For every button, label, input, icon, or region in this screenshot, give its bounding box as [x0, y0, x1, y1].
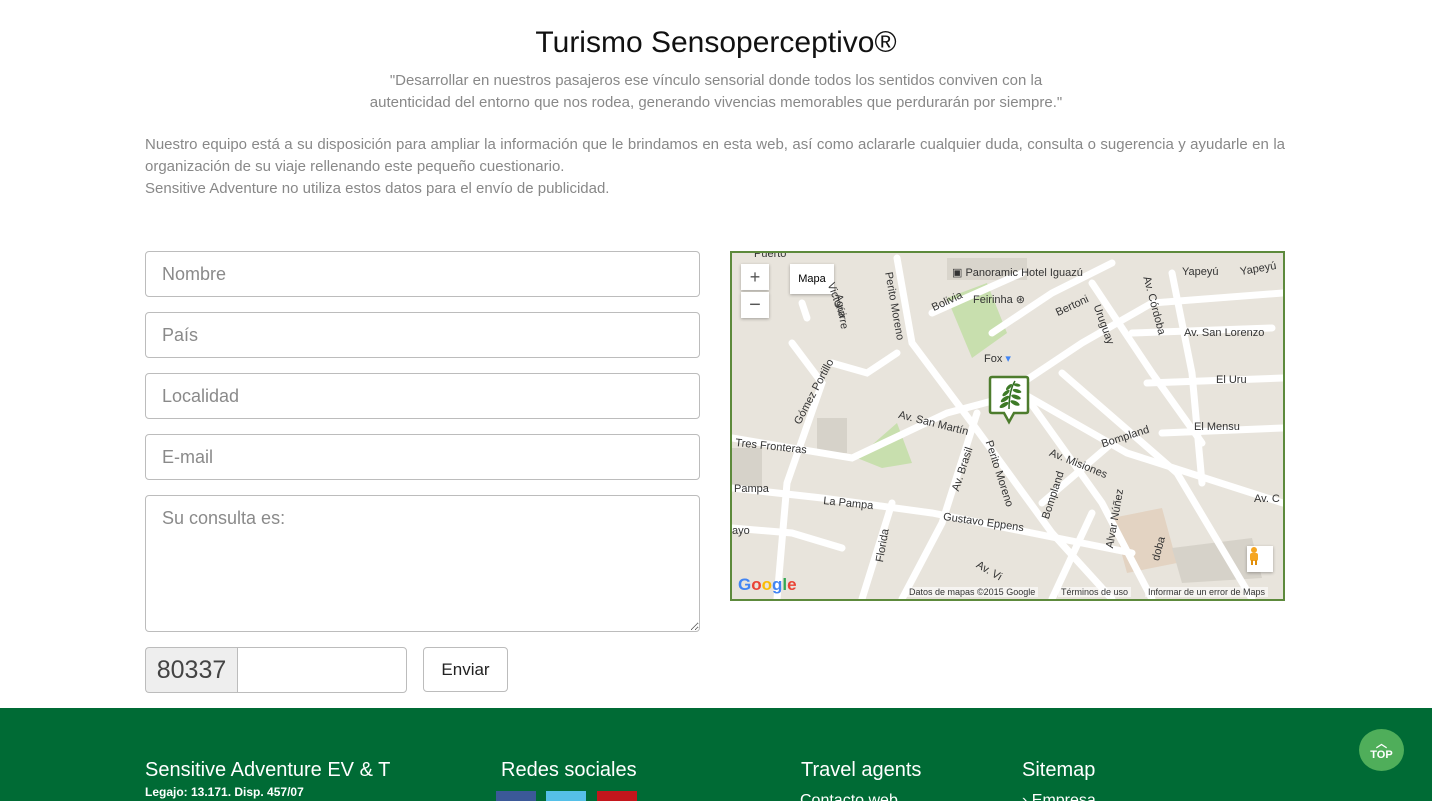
- page-title: Turismo Sensoperceptivo®: [535, 26, 897, 59]
- street-label: Puerto: [754, 251, 787, 260]
- sitemap-link-empresa[interactable]: › Empresa: [1022, 792, 1096, 801]
- quote-line-1: "Desarrollar en nuestros pasajeros ese v…: [389, 72, 1043, 89]
- sitemap-title: Sitemap: [1022, 759, 1096, 781]
- quote-line-2: autenticidad del entorno que nos rodea, …: [369, 94, 1063, 111]
- company-name: Sensitive Adventure EV & T: [145, 759, 391, 781]
- map-data-attribution: Datos de mapas ©2015 Google: [906, 587, 1039, 597]
- street-label: Av. C: [1254, 493, 1280, 505]
- scroll-top-button[interactable]: ︿ TOP: [1359, 729, 1404, 771]
- pinterest-icon[interactable]: [597, 791, 637, 801]
- cart-icon: ▾: [1002, 353, 1011, 365]
- feirinha-poi[interactable]: Feirinha ⊛: [973, 293, 1025, 306]
- street-label: ayo: [732, 525, 750, 537]
- top-label: TOP: [1370, 749, 1393, 761]
- zoom-in-button[interactable]: +: [741, 264, 769, 290]
- captcha-code: 80337: [145, 647, 237, 693]
- captcha-input[interactable]: [237, 647, 407, 693]
- facebook-icon[interactable]: [496, 791, 536, 801]
- street-view-pegman-icon[interactable]: [1247, 546, 1273, 572]
- street-label: Av. San Lorenzo: [1184, 327, 1265, 339]
- intro-text: Nuestro equipo está a su disposición par…: [145, 134, 1285, 200]
- pais-input[interactable]: [145, 312, 700, 358]
- hotel-icon: ▣: [952, 267, 966, 279]
- google-map[interactable]: + − Mapa Puerto Perito Moreno Aguirre Vi…: [730, 251, 1285, 601]
- google-logo[interactable]: Google: [738, 575, 797, 595]
- enviar-button[interactable]: Enviar: [423, 647, 508, 692]
- street-label: Pampa: [734, 483, 769, 495]
- tagline-quote: "Desarrollar en nuestros pasajeros ese v…: [0, 70, 1432, 114]
- map-terms-link[interactable]: Términos de uso: [1058, 587, 1132, 597]
- site-footer: Sensitive Adventure EV & T Legajo: 13.17…: [0, 708, 1432, 801]
- travel-agents-title: Travel agents: [801, 759, 922, 781]
- localidad-input[interactable]: [145, 373, 700, 419]
- legajo-text: Legajo: 13.171. Disp. 457/07: [145, 785, 304, 799]
- twitter-icon[interactable]: [546, 791, 586, 801]
- social-title: Redes sociales: [501, 759, 637, 781]
- email-input[interactable]: [145, 434, 700, 480]
- zoom-out-button[interactable]: −: [741, 292, 769, 318]
- shop-icon: ⊛: [1012, 294, 1026, 306]
- nombre-input[interactable]: [145, 251, 700, 297]
- map-report-link[interactable]: Informar de un error de Maps: [1145, 587, 1269, 597]
- chevron-right-icon: ›: [1022, 792, 1032, 801]
- intro-paragraph: Nuestro equipo está a su disposición par…: [145, 136, 1285, 175]
- street-label: Yapeyú: [1182, 266, 1219, 278]
- consulta-textarea[interactable]: [145, 495, 700, 632]
- street-label: El Uru: [1216, 374, 1247, 386]
- captcha-group: 80337: [145, 647, 407, 693]
- privacy-note: Sensitive Adventure no utiliza estos dat…: [145, 180, 610, 197]
- street-label: El Mensu: [1194, 421, 1240, 433]
- travel-contact-link[interactable]: Contacto web: [800, 792, 898, 801]
- contact-form: [145, 251, 700, 647]
- fox-poi[interactable]: Fox ▾: [984, 352, 1011, 365]
- hotel-poi[interactable]: ▣ Panoramic Hotel Iguazú: [952, 266, 1083, 279]
